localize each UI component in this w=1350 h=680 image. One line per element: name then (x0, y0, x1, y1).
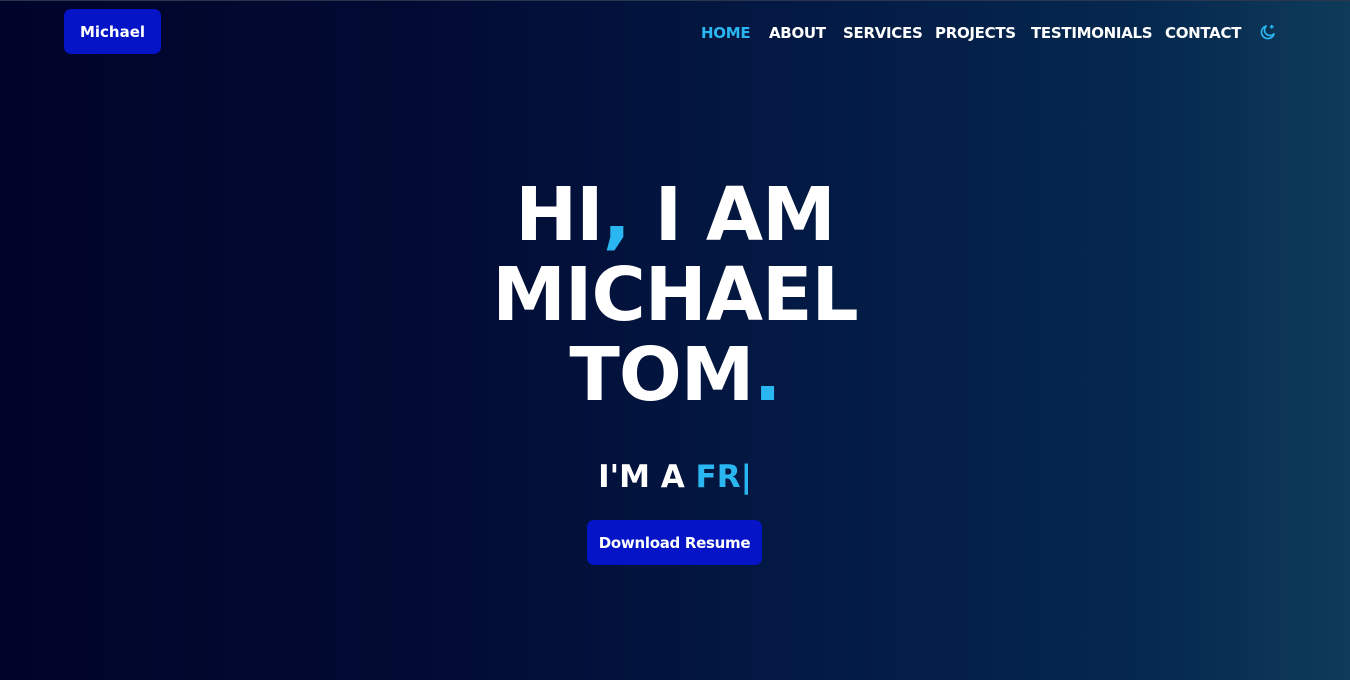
nav-link-services[interactable]: SERVICES (843, 21, 923, 45)
nav-link-testimonials[interactable]: TESTIMONIALS (1031, 21, 1153, 45)
logo-button[interactable]: Michael (64, 9, 161, 54)
nav-link-about[interactable]: ABOUT (769, 21, 826, 45)
hero-i-am: I AM (629, 172, 836, 258)
nav-link-contact[interactable]: CONTACT (1165, 21, 1241, 45)
hero-last-name: TOM (569, 332, 754, 418)
hero-line-2: MICHAEL (492, 252, 858, 338)
typing-subtitle: I'M A FR| (0, 457, 1350, 497)
top-border (0, 0, 1350, 1)
hero-dot-accent: . (753, 332, 781, 418)
typing-text: FR| (695, 459, 752, 495)
download-resume-button[interactable]: Download Resume (587, 520, 762, 565)
hero-heading: HI, I AM MICHAEL TOM. (0, 175, 1350, 415)
hero-line-1: HI, I AM (0, 175, 1350, 255)
hero-line-3: TOM. (0, 335, 1350, 415)
typing-prefix: I'M A (598, 459, 696, 495)
hero-comma-accent: , (602, 172, 631, 258)
nav-link-projects[interactable]: PROJECTS (935, 21, 1016, 45)
nav-link-home[interactable]: HOME (701, 21, 751, 45)
hero-greeting: HI (515, 172, 603, 258)
moon-icon[interactable] (1259, 23, 1277, 41)
